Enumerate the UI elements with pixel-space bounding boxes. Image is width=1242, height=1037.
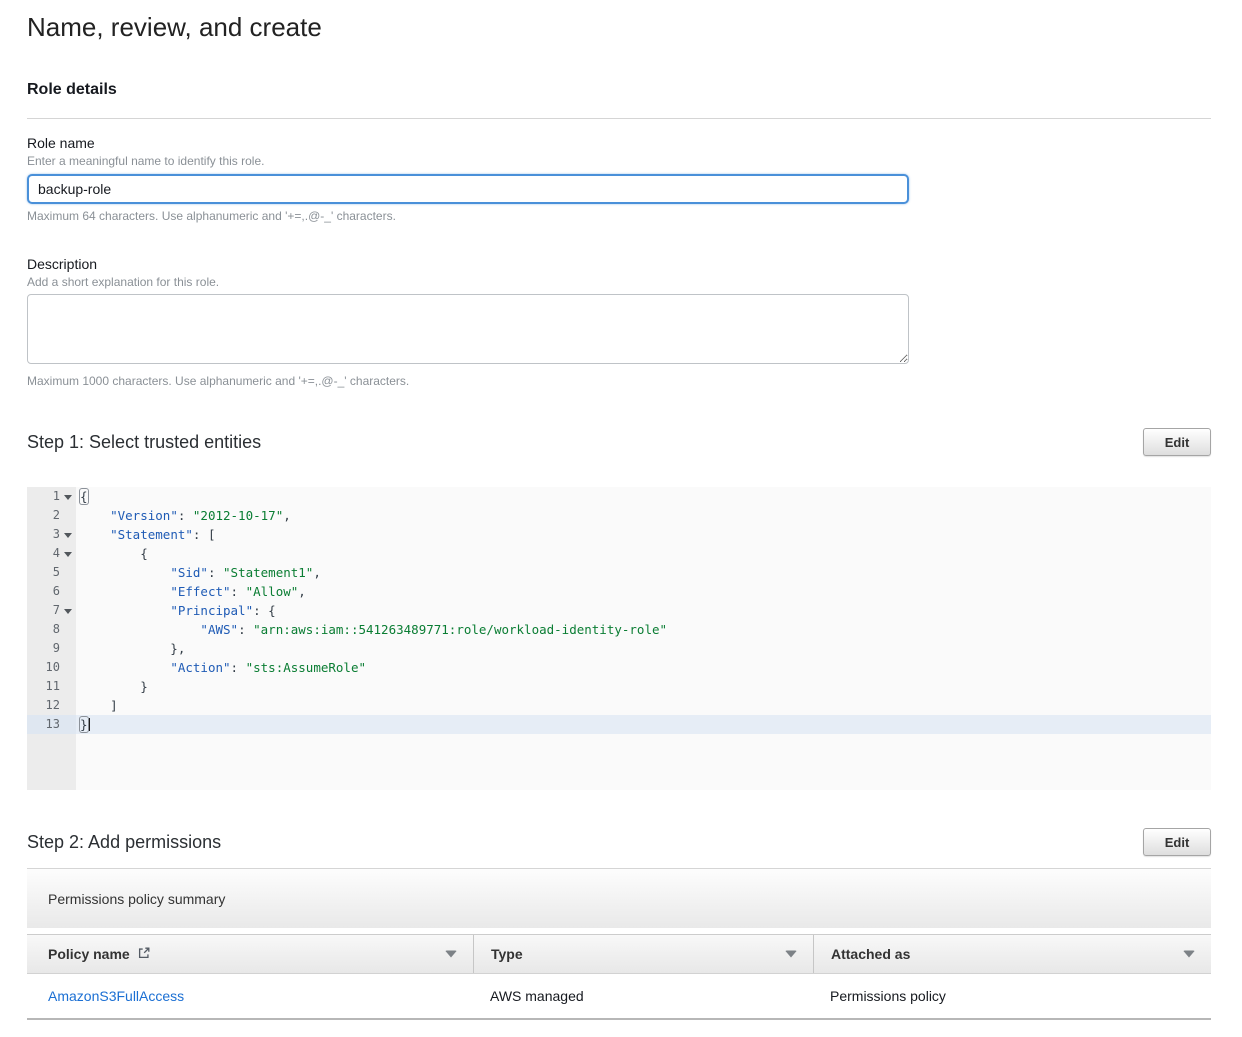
policy-attached-as-cell: Permissions policy bbox=[813, 974, 1211, 1018]
column-label: Policy name bbox=[48, 946, 130, 962]
code-text: } bbox=[76, 677, 1211, 696]
code-line-12: 12 ] bbox=[27, 696, 1211, 715]
fold-caret-icon[interactable] bbox=[64, 552, 72, 557]
line-number[interactable]: 3 bbox=[27, 525, 76, 544]
policy-type-cell: AWS managed bbox=[473, 974, 813, 1018]
line-number: 6 bbox=[27, 582, 76, 601]
code-text: ] bbox=[76, 696, 1211, 715]
code-line-11: 11 } bbox=[27, 677, 1211, 696]
sort-filter-icon[interactable] bbox=[1183, 951, 1195, 958]
code-text: "Action": "sts:AssumeRole" bbox=[76, 658, 1211, 677]
line-number: 2 bbox=[27, 506, 76, 525]
column-label: Attached as bbox=[831, 946, 910, 962]
code-line-13: 13} bbox=[27, 715, 1211, 734]
trust-policy-editor[interactable]: 1{2 "Version": "2012-10-17",3 "Statement… bbox=[27, 487, 1211, 790]
code-line-2: 2 "Version": "2012-10-17", bbox=[27, 506, 1211, 525]
step1-section: Step 1: Select trusted entities Edit 1{2… bbox=[27, 428, 1211, 790]
step1-heading: Step 1: Select trusted entities bbox=[27, 431, 261, 453]
description-input[interactable] bbox=[27, 294, 909, 364]
role-name-label: Role name bbox=[27, 134, 1211, 152]
role-name-constraint: Maximum 64 characters. Use alphanumeric … bbox=[27, 209, 1211, 224]
code-line-4: 4 { bbox=[27, 544, 1211, 563]
description-help: Add a short explanation for this role. bbox=[27, 275, 1211, 290]
step2-edit-button[interactable]: Edit bbox=[1143, 828, 1211, 856]
line-number[interactable]: 7 bbox=[27, 601, 76, 620]
column-header-type[interactable]: Type bbox=[473, 935, 813, 973]
line-number: 5 bbox=[27, 563, 76, 582]
column-header-attached-as[interactable]: Attached as bbox=[813, 935, 1211, 973]
permissions-summary-panel: Permissions policy summary Policy name Ty… bbox=[27, 868, 1211, 1020]
line-number: 9 bbox=[27, 639, 76, 658]
code-line-7: 7 "Principal": { bbox=[27, 601, 1211, 620]
line-number[interactable]: 1 bbox=[27, 487, 76, 506]
panel-title: Permissions policy summary bbox=[48, 891, 225, 907]
code-line-8: 8 "AWS": "arn:aws:iam::541263489771:role… bbox=[27, 620, 1211, 639]
role-details-heading: Role details bbox=[27, 80, 1211, 99]
code-text: "AWS": "arn:aws:iam::541263489771:role/w… bbox=[76, 620, 1211, 639]
code-line-10: 10 "Action": "sts:AssumeRole" bbox=[27, 658, 1211, 677]
code-area bbox=[76, 734, 1211, 790]
code-line-3: 3 "Statement": [ bbox=[27, 525, 1211, 544]
role-name-help: Enter a meaningful name to identify this… bbox=[27, 154, 1211, 169]
line-number: 12 bbox=[27, 696, 76, 715]
policy-name-cell: AmazonS3FullAccess bbox=[27, 974, 473, 1018]
description-constraint: Maximum 1000 characters. Use alphanumeri… bbox=[27, 374, 1211, 389]
external-link-icon bbox=[137, 946, 151, 960]
policy-name-link[interactable]: AmazonS3FullAccess bbox=[48, 988, 184, 1004]
code-line-1: 1{ bbox=[27, 487, 1211, 506]
code-text: { bbox=[76, 544, 1211, 563]
role-details-section: Role details Role name Enter a meaningfu… bbox=[27, 80, 1211, 389]
code-text: "Sid": "Statement1", bbox=[76, 563, 1211, 582]
text-cursor-icon bbox=[89, 718, 90, 731]
code-text: { bbox=[76, 487, 1211, 506]
name-review-create-page: Name, review, and create Role details Ro… bbox=[0, 0, 1242, 1036]
code-text: "Statement": [ bbox=[76, 525, 1211, 544]
description-label: Description bbox=[27, 255, 1211, 273]
sort-filter-icon[interactable] bbox=[445, 951, 457, 958]
step2-heading: Step 2: Add permissions bbox=[27, 831, 221, 853]
step2-section: Step 2: Add permissions Edit Permissions… bbox=[27, 828, 1211, 1020]
section-divider bbox=[27, 118, 1211, 119]
column-header-policy-name[interactable]: Policy name bbox=[27, 935, 473, 973]
line-number: 13 bbox=[27, 715, 76, 734]
code-line-6: 6 "Effect": "Allow", bbox=[27, 582, 1211, 601]
permissions-policy-summary-header: Permissions policy summary bbox=[27, 868, 1211, 928]
gutter bbox=[27, 734, 76, 790]
policy-table-body: AmazonS3FullAccess AWS managedPermissions… bbox=[27, 974, 1211, 1020]
line-number: 10 bbox=[27, 658, 76, 677]
line-number[interactable]: 4 bbox=[27, 544, 76, 563]
page-title: Name, review, and create bbox=[27, 12, 1211, 42]
editor-empty-area bbox=[27, 734, 1211, 790]
code-text: "Effect": "Allow", bbox=[76, 582, 1211, 601]
code-text: "Version": "2012-10-17", bbox=[76, 506, 1211, 525]
role-name-input[interactable] bbox=[27, 174, 909, 204]
step1-edit-button[interactable]: Edit bbox=[1143, 428, 1211, 456]
fold-caret-icon[interactable] bbox=[64, 533, 72, 538]
policy-table-header: Policy name Type Attached as bbox=[27, 934, 1211, 974]
fold-caret-icon[interactable] bbox=[64, 609, 72, 614]
code-text: } bbox=[76, 715, 1211, 734]
code-line-9: 9 }, bbox=[27, 639, 1211, 658]
code-text: "Principal": { bbox=[76, 601, 1211, 620]
sort-filter-icon[interactable] bbox=[785, 951, 797, 958]
code-text: }, bbox=[76, 639, 1211, 658]
line-number: 8 bbox=[27, 620, 76, 639]
code-line-5: 5 "Sid": "Statement1", bbox=[27, 563, 1211, 582]
table-row: AmazonS3FullAccess AWS managedPermissions… bbox=[27, 974, 1211, 1020]
column-label: Type bbox=[491, 946, 523, 962]
line-number: 11 bbox=[27, 677, 76, 696]
fold-caret-icon[interactable] bbox=[64, 495, 72, 500]
